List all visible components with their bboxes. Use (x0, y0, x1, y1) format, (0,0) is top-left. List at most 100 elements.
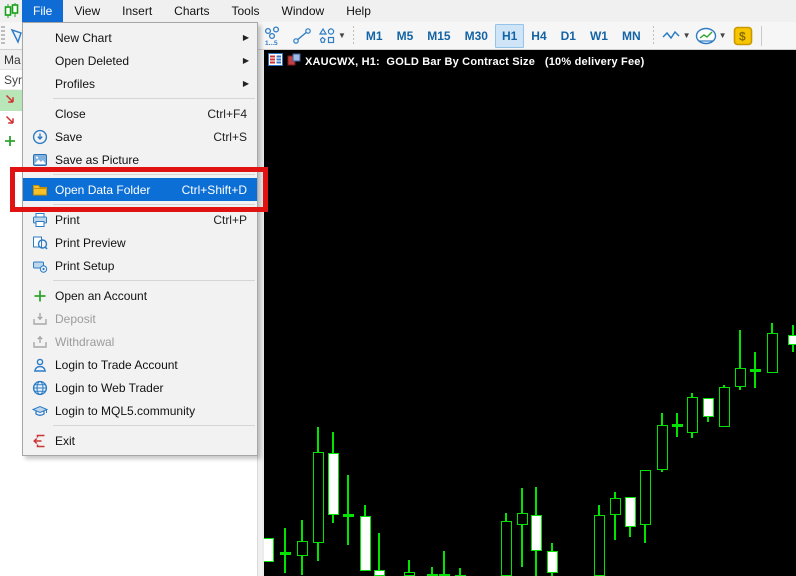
menu-insert[interactable]: Insert (111, 0, 163, 22)
candle-body (343, 514, 354, 517)
menu-item-open-data-folder[interactable]: Open Data Folder Ctrl+Shift+D (23, 178, 257, 201)
menu-item-shortcut: Ctrl+P (213, 212, 247, 227)
candle-body (625, 497, 636, 527)
menu-item-exit[interactable]: Exit (23, 429, 257, 452)
menu-item-label: Print Setup (55, 258, 115, 273)
candle-body (313, 452, 324, 543)
dollar-icon[interactable]: $ (731, 24, 755, 48)
menu-item-print-preview[interactable]: Print Preview (23, 231, 257, 254)
candle-body (719, 387, 730, 427)
candle-body (328, 453, 339, 515)
dropdown-caret-icon[interactable]: ▼ (719, 31, 727, 40)
chart-type-icon[interactable]: ▼ (661, 24, 691, 48)
menu-separator (53, 204, 255, 205)
menu-item-withdrawal: Withdrawal (23, 330, 257, 353)
menu-view[interactable]: View (63, 0, 111, 22)
menu-item-login-to-mql5-community[interactable]: Login to MQL5.community (23, 399, 257, 422)
menu-item-profiles[interactable]: Profiles ▶ (23, 72, 257, 95)
menu-item-close[interactable]: Close Ctrl+F4 (23, 102, 257, 125)
dropdown-caret-icon[interactable]: ▼ (683, 31, 691, 40)
menu-file[interactable]: File (22, 0, 64, 22)
timeframe-w1[interactable]: W1 (583, 24, 615, 48)
candle-wick (284, 528, 286, 573)
folder-icon (29, 182, 51, 198)
menu-help[interactable]: Help (335, 0, 382, 22)
menu-tools[interactable]: Tools (221, 0, 271, 22)
candle-body (404, 572, 415, 576)
candle-body (547, 551, 558, 573)
submenu-arrow-icon: ▶ (242, 79, 249, 88)
toolbar-grip[interactable] (1, 25, 5, 46)
indicators-icon[interactable]: ▼ (695, 24, 727, 48)
timeframe-m30[interactable]: M30 (458, 24, 495, 48)
candle-body (788, 335, 796, 345)
menu-item-label: Open Data Folder (55, 182, 151, 197)
submenu-arrow-icon: ▶ (242, 33, 249, 42)
dropdown-caret-icon[interactable]: ▼ (338, 31, 346, 40)
chart-window: XAUCWX, H1: GOLD Bar By Contract Size (1… (262, 50, 796, 576)
candle-body (360, 516, 371, 571)
user-icon (29, 357, 51, 373)
menu-item-shortcut: Ctrl+Shift+D (181, 182, 247, 197)
candle-body (672, 424, 683, 427)
menu-item-login-to-web-trader[interactable]: Login to Web Trader (23, 376, 257, 399)
menubar: File View Insert Charts Tools Window Help (0, 0, 796, 22)
terminal-window: File View Insert Charts Tools Window Help 1...… (0, 0, 796, 576)
menu-item-save[interactable]: Save Ctrl+S (23, 125, 257, 148)
menu-charts[interactable]: Charts (163, 0, 220, 22)
depth-of-market-icon[interactable] (268, 53, 283, 71)
candlestick-chart[interactable] (264, 50, 796, 576)
menu-item-save-as-picture[interactable]: Save as Picture (23, 148, 257, 171)
candle-body (531, 515, 542, 551)
menu-window[interactable]: Window (271, 0, 336, 22)
menu-item-print-setup[interactable]: Print Setup (23, 254, 257, 277)
menu-separator (53, 174, 255, 175)
timeframe-mn[interactable]: MN (615, 24, 648, 48)
elliott-wave-icon[interactable]: 1...5 (262, 24, 286, 48)
equidistant-channel-icon[interactable] (290, 24, 314, 48)
timeframe-m15[interactable]: M15 (420, 24, 457, 48)
menu-item-print[interactable]: Print Ctrl+P (23, 208, 257, 231)
exit-icon (29, 433, 51, 449)
menu-item-label: New Chart (55, 30, 112, 45)
candle-body (610, 498, 621, 515)
menu-item-open-deleted[interactable]: Open Deleted ▶ (23, 49, 257, 72)
save-icon (29, 129, 51, 145)
menu-item-label: Exit (55, 433, 76, 448)
globe-icon (29, 380, 51, 396)
candle-body (280, 552, 291, 555)
menu-item-label: Login to Web Trader (55, 380, 164, 395)
candle-body (735, 368, 746, 387)
add-symbol-plus-icon (4, 135, 16, 150)
menu-item-shortcut: Ctrl+S (213, 129, 247, 144)
menu-item-label: Profiles (55, 76, 96, 91)
timeframe-h4[interactable]: H4 (524, 24, 553, 48)
candle-body (687, 397, 698, 433)
chart-title: XAUCWX, H1: GOLD Bar By Contract Size (1… (305, 56, 645, 68)
menu-item-label: Save (55, 129, 83, 144)
candle-body (640, 470, 651, 525)
file-menu-dropdown: New Chart ▶ Open Deleted ▶ Profiles ▶ Close Ctr… (22, 22, 258, 456)
candle-wick (443, 551, 445, 576)
menu-item-open-an-account[interactable]: Open an Account (23, 284, 257, 307)
deposit-icon (29, 311, 51, 327)
timeframe-m1[interactable]: M1 (359, 24, 390, 48)
menu-item-deposit: Deposit (23, 307, 257, 330)
app-logo-icon (0, 0, 22, 22)
candle-body (374, 570, 385, 576)
candle-wick (521, 488, 523, 567)
timeframe-h1[interactable]: H1 (494, 23, 525, 48)
timeframe-d1[interactable]: D1 (554, 24, 583, 48)
timeframe-m5[interactable]: M5 (390, 24, 421, 48)
menu-item-label: Login to Trade Account (55, 357, 178, 372)
menu-item-login-to-trade-account[interactable]: Login to Trade Account (23, 353, 257, 376)
svg-text:$: $ (739, 29, 746, 43)
menu-item-new-chart[interactable]: New Chart ▶ (23, 26, 257, 49)
withdrawal-icon (29, 334, 51, 350)
menu-item-label: Deposit (55, 311, 96, 326)
print-setup-icon (29, 258, 51, 274)
candle-wick (347, 475, 349, 545)
shapes-icon[interactable]: ▼ (318, 24, 346, 48)
menu-item-label: Withdrawal (55, 334, 115, 349)
chart-mode-icon[interactable] (287, 53, 301, 71)
